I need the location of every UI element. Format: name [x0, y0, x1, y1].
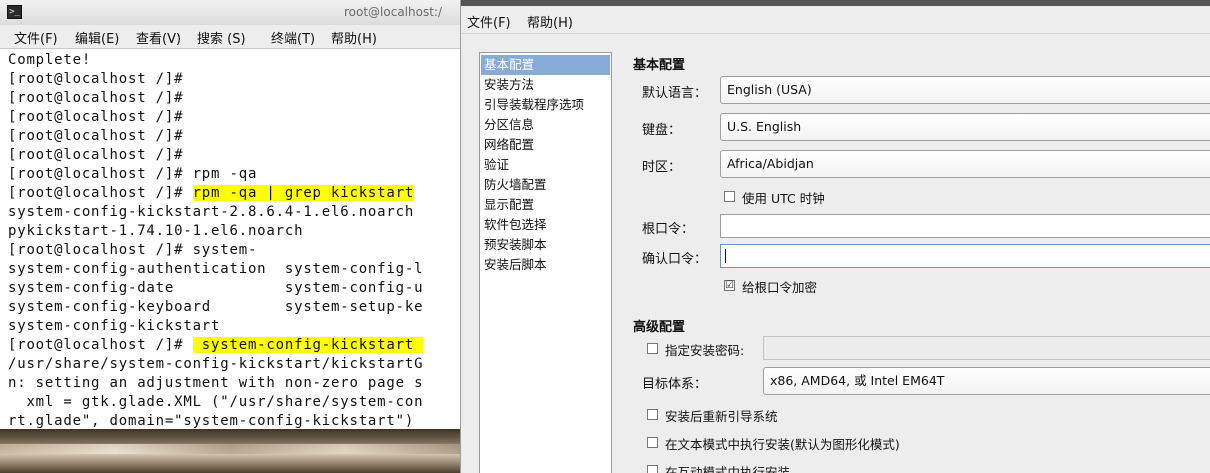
sidebar-item-install-method[interactable]: 安装方法: [481, 75, 610, 95]
default-language-combo[interactable]: English (USA): [720, 76, 1210, 104]
sidebar-item-packages[interactable]: 软件包选择: [481, 215, 610, 235]
utc-clock-checkbox[interactable]: [724, 191, 735, 202]
terminal-line: rt.glade", domain="system-config-kicksta…: [8, 413, 415, 429]
terminal-line: n: setting an adjustment with non-zero p…: [8, 375, 424, 391]
terminal-menu-file[interactable]: 文件(F): [14, 28, 58, 47]
keyboard-combo[interactable]: U.S. English: [720, 113, 1210, 141]
sidebar-item-bootloader[interactable]: 引导装载程序选项: [481, 95, 610, 115]
sidebar-item-display[interactable]: 显示配置: [481, 195, 610, 215]
interactive-mode-checkbox[interactable]: [647, 465, 658, 473]
terminal-title: root@localhost:/: [343, 5, 442, 19]
terminal-line: /usr/share/system-config-kickstart/kicks…: [8, 356, 424, 372]
keyboard-label: 键盘：: [642, 123, 682, 138]
terminal-line: [root@localhost /]# rpm -qa | grep kicks…: [8, 184, 415, 203]
confirm-password-input[interactable]: [720, 244, 1210, 268]
root-password-input[interactable]: [720, 214, 1210, 238]
terminal-prompt: [root@localhost /]#: [8, 185, 193, 201]
terminal-line: [root@localhost /]#: [8, 90, 184, 106]
sidebar-item-basic-config[interactable]: 基本配置: [481, 55, 610, 75]
default-language-label: 默认语言：: [642, 86, 708, 101]
sidebar-item-pre-script[interactable]: 预安装脚本: [481, 235, 610, 255]
terminal-line: system-config-kickstart-2.8.6.4-1.el6.no…: [8, 204, 415, 220]
interactive-mode-label: 在互动模式中执行安装: [665, 465, 791, 473]
terminal-line: [root@localhost /]#: [8, 109, 184, 125]
terminal-menu-edit[interactable]: 编辑(E): [75, 28, 119, 47]
terminal-line: [root@localhost /]# system-: [8, 242, 258, 258]
sidebar-item-network[interactable]: 网络配置: [481, 135, 610, 155]
terminal-line: [root@localhost /]#: [8, 147, 184, 163]
terminal-line: [root@localhost /]# rpm -qa: [8, 166, 258, 182]
terminal-line: system-config-authentication system-conf…: [8, 261, 424, 277]
terminal-app-icon[interactable]: >_: [7, 5, 22, 19]
target-arch-label: 目标体系：: [642, 377, 708, 392]
reboot-after-install-label: 安装后重新引导系统: [665, 409, 778, 424]
kickstart-window: 文件(F) 帮助(H) 基本配置 安装方法 引导装载程序选项 分区信息 网络配置…: [461, 0, 1210, 473]
install-key-input[interactable]: [763, 336, 1210, 360]
confirm-password-label: 确认口令：: [642, 252, 708, 267]
target-arch-combo[interactable]: x86, AMD64, 或 Intel EM64T: [763, 367, 1210, 395]
kickstart-menu-file[interactable]: 文件(F): [467, 12, 511, 31]
terminal-menu-view[interactable]: 查看(V): [136, 28, 181, 47]
install-key-label: 指定安装密码:: [665, 343, 745, 358]
terminal-line: system-config-keyboard system-setup-ke: [8, 299, 424, 315]
text-mode-label: 在文本模式中执行安装(默认为图形化模式): [665, 437, 900, 452]
advanced-config-title: 高级配置: [633, 320, 686, 335]
highlighted-command: system-config-kickstart: [192, 337, 424, 353]
terminal-menubar: 文件(F) 编辑(E) 查看(V) 搜索 (S) 终端(T) 帮助(H): [0, 25, 460, 49]
text-mode-checkbox[interactable]: [647, 437, 658, 448]
kickstart-menubar: 文件(F) 帮助(H): [461, 6, 1210, 34]
terminal-titlebar[interactable]: >_ root@localhost:/: [0, 0, 460, 26]
text-cursor: [725, 249, 726, 263]
terminal-line: [root@localhost /]#: [8, 128, 184, 144]
terminal-output[interactable]: Complete! [root@localhost /]# [root@loca…: [0, 49, 460, 429]
encrypt-root-password-checkbox[interactable]: ☑: [724, 280, 735, 291]
sidebar-item-post-script[interactable]: 安装后脚本: [481, 255, 610, 275]
sidebar-item-partition[interactable]: 分区信息: [481, 115, 610, 135]
terminal-line: [root@localhost /]# system-config-kickst…: [8, 336, 424, 355]
root-password-label: 根口令：: [642, 222, 695, 237]
terminal-line: system-config-date system-config-u: [8, 280, 424, 296]
terminal-menu-terminal[interactable]: 终端(T): [271, 28, 315, 47]
category-list: 基本配置 安装方法 引导装载程序选项 分区信息 网络配置 验证 防火墙配置 显示…: [479, 52, 612, 473]
terminal-menu-search[interactable]: 搜索 (S): [197, 28, 246, 47]
terminal-line: xml = gtk.glade.XML ("/usr/share/system-…: [8, 394, 424, 410]
terminal-line: Complete!: [8, 52, 92, 68]
terminal-line: pykickstart-1.74.10-1.el6.noarch: [8, 223, 304, 239]
highlighted-command: rpm -qa | grep kickstart: [192, 185, 415, 201]
timezone-label: 时区：: [642, 160, 682, 175]
kickstart-menu-help[interactable]: 帮助(H): [527, 12, 573, 31]
terminal-line: system-config-kickstart: [8, 318, 221, 334]
terminal-prompt: [root@localhost /]#: [8, 337, 193, 353]
sidebar-item-firewall[interactable]: 防火墙配置: [481, 175, 610, 195]
encrypt-root-password-label: 给根口令加密: [742, 280, 818, 295]
terminal-window: >_ root@localhost:/ 文件(F) 编辑(E) 查看(V) 搜索…: [0, 0, 460, 473]
terminal-line: [root@localhost /]#: [8, 71, 184, 87]
install-key-checkbox[interactable]: [647, 343, 658, 354]
timezone-combo[interactable]: Africa/Abidjan: [720, 150, 1210, 178]
utc-clock-label: 使用 UTC 时钟: [742, 191, 825, 206]
reboot-after-install-checkbox[interactable]: [647, 409, 658, 420]
basic-config-title: 基本配置: [633, 58, 686, 73]
sidebar-item-auth[interactable]: 验证: [481, 155, 610, 175]
terminal-menu-help[interactable]: 帮助(H): [331, 28, 377, 47]
desktop-wallpaper-streak: [0, 444, 460, 454]
